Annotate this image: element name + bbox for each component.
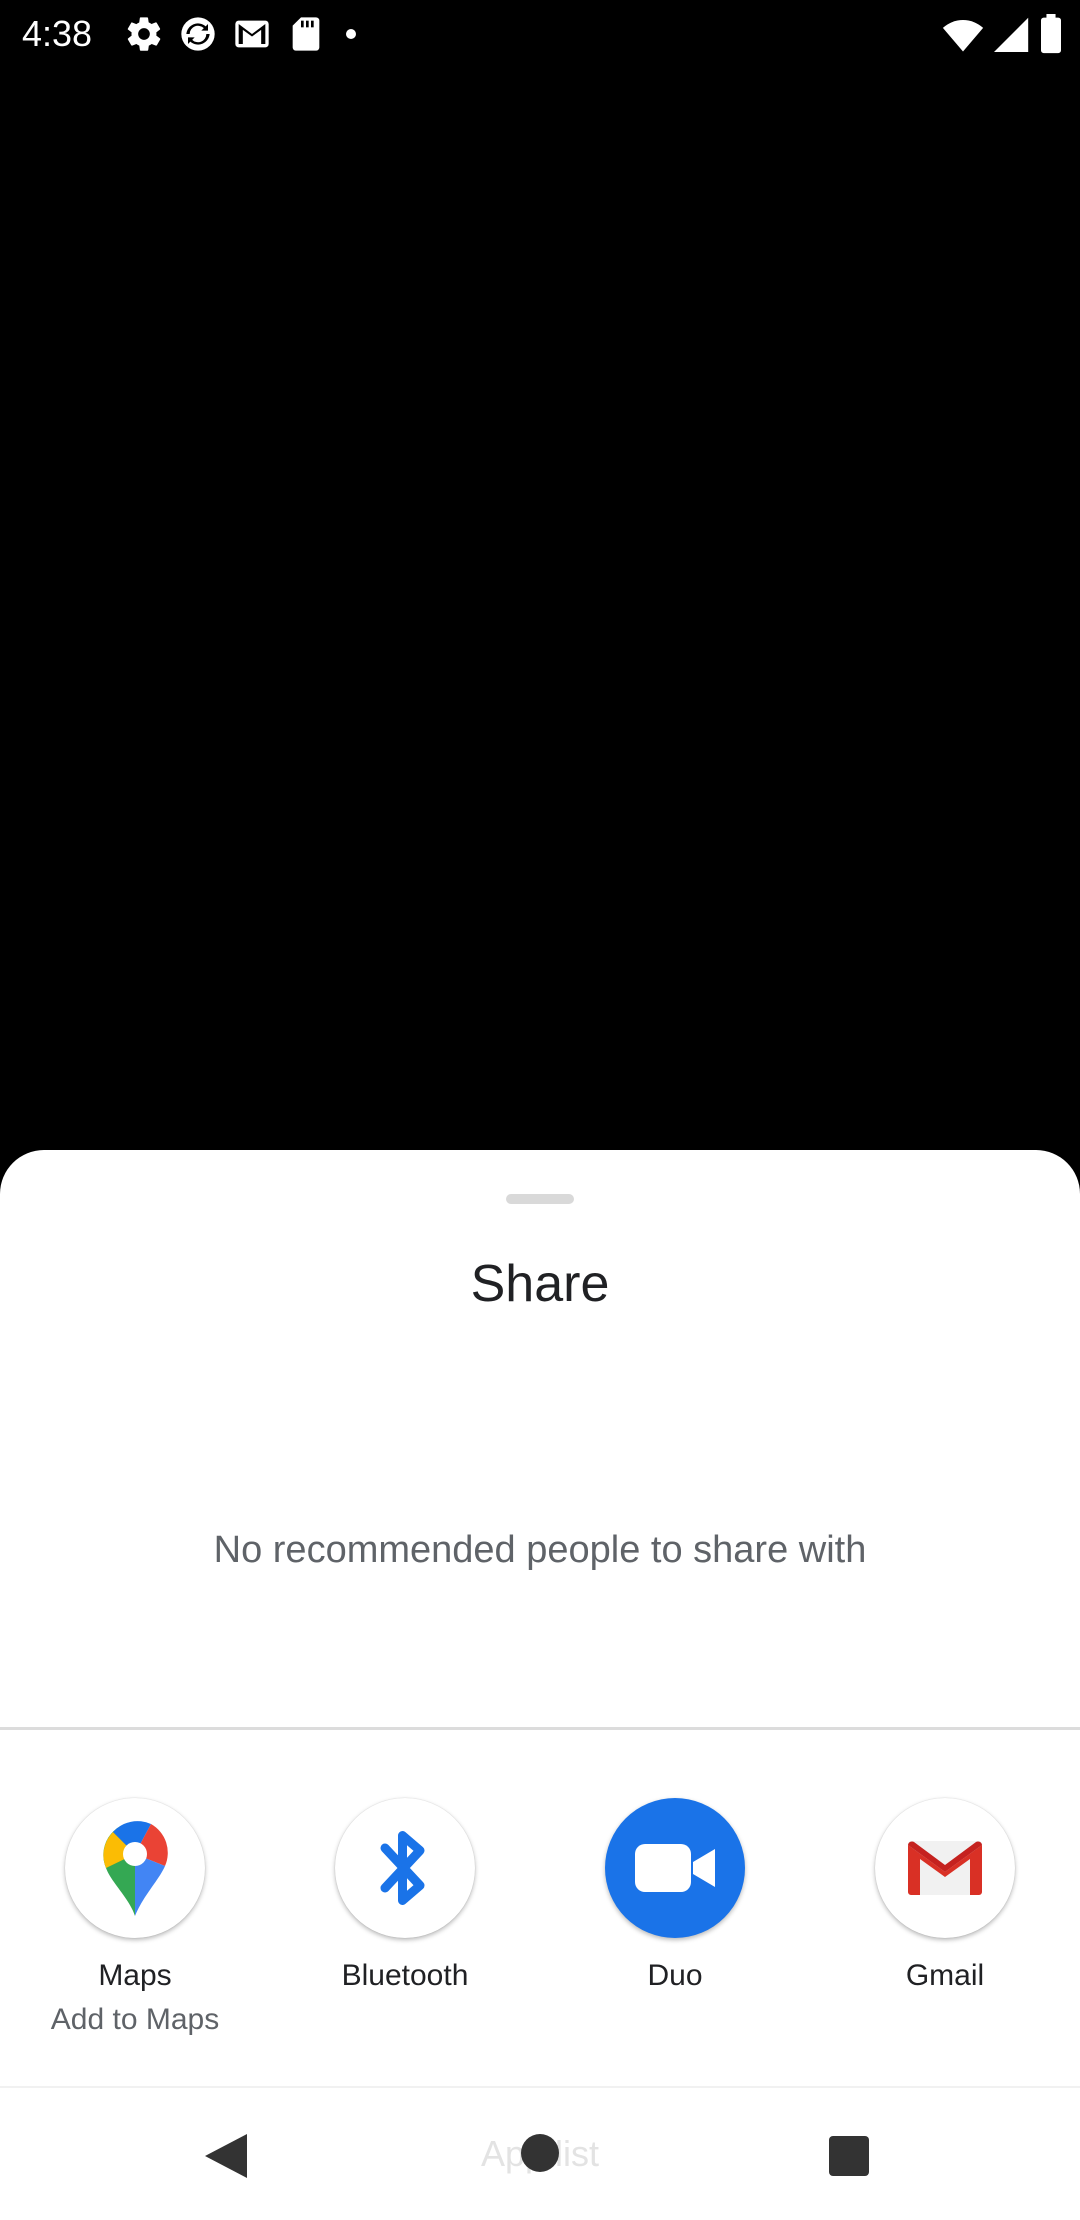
signal-icon [994,17,1029,52]
notification-dot-icon [346,29,356,39]
status-bar: 4:38 [0,0,1080,66]
status-right-icons [942,14,1062,54]
share-target-gmail[interactable]: Gmail [810,1798,1080,2068]
gmail-icon [908,1841,982,1895]
status-left-icons [124,14,356,54]
share-target-duo[interactable]: Duo [540,1798,810,2068]
gmail-icon [235,20,269,48]
target-label: Gmail [905,1959,985,1992]
share-sheet: Share No recommended people to share wit… [0,1150,1080,2086]
screen: 4:38 Share No recommended people to shar… [0,0,1080,2220]
divider [0,1727,1080,1730]
no-recommendations-message: No recommended people to share with [213,1529,867,1571]
duo-app-icon[interactable] [605,1798,745,1938]
wifi-icon [942,20,984,52]
share-target-maps[interactable]: Maps Add to Maps [0,1798,270,2068]
maps-icon [103,1821,168,1916]
target-label: Duo [647,1959,703,1992]
status-time: 4:38 [22,13,93,54]
home-icon[interactable] [521,2134,559,2172]
target-label: Bluetooth [341,1959,469,1992]
back-icon[interactable] [203,2132,249,2180]
navigation-bar: App list [0,2086,1080,2220]
sync-icon [181,17,215,51]
sd-card-icon [292,17,320,51]
drag-handle[interactable] [506,1194,574,1204]
share-target-bluetooth[interactable]: Bluetooth [270,1798,540,2068]
settings-icon [127,17,161,51]
target-label: Maps [98,1959,172,1992]
battery-icon [1041,14,1061,54]
target-sublabel: Add to Maps [50,2003,220,2036]
maps-app-icon[interactable] [65,1798,205,1938]
gmail-app-icon[interactable] [875,1798,1015,1938]
duo-icon [635,1844,715,1892]
sheet-title: Share [470,1255,610,1313]
share-targets: Maps Add to Maps Bluetooth Duo Gmail [0,1798,1080,2068]
bluetooth-app-icon[interactable] [335,1798,475,1938]
bluetooth-icon [380,1831,425,1905]
recents-icon[interactable] [829,2136,869,2176]
